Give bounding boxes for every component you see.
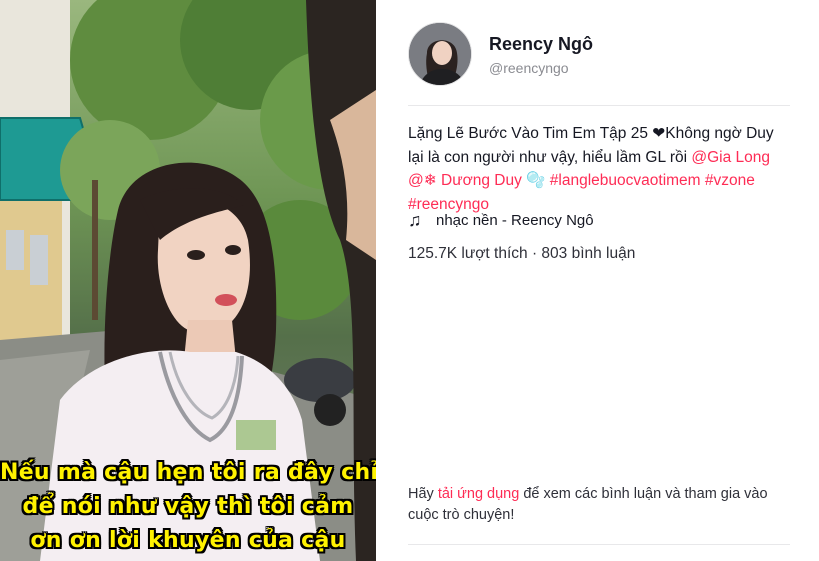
hashtag-link[interactable]: #langlebuocvaotimem [550,172,701,189]
download-app-link[interactable]: tải ứng dụng [438,486,519,502]
caption-line: ơn ơn lời khuyên của cậu [30,528,346,553]
hashtag-link[interactable]: #vzone [705,172,755,189]
caption-line: Nếu mà cậu hẹn tôi ra đây chỉ [0,460,376,485]
prompt-text: Hãy [408,486,438,502]
avatar[interactable] [408,22,472,86]
music-note-icon: ♫ [408,210,422,230]
music-link[interactable]: ♫ nhạc nền - Reency Ngô [408,210,594,231]
video-description: Lặng Lẽ Bước Vào Tim Em Tập 25 ❤Không ng… [408,122,790,216]
divider [408,105,790,106]
music-label: nhạc nền - Reency Ngô [436,212,594,229]
avatar-image [409,23,471,85]
video-player[interactable]: Nếu mà cậu hẹn tôi ra đây chỉ để nói như… [0,0,376,561]
mention-link[interactable]: @❄ Dương Duy 🫧 [408,172,545,189]
mention-link[interactable]: @Gia Long [691,149,770,166]
author-header: Reency Ngô @reencyngo [408,22,593,86]
divider [408,544,790,545]
author-handle[interactable]: @reencyngo [489,60,593,76]
author-name[interactable]: Reency Ngô [489,32,593,56]
caption-line: để nói như vậy thì tôi cảm [22,494,354,519]
video-caption: Nếu mà cậu hẹn tôi ra đây chỉ để nói như… [0,456,376,558]
video-info-panel: Reency Ngô @reencyngo Lặng Lẽ Bước Vào T… [376,0,819,561]
comment-prompt: Hãy tải ứng dụng để xem các bình luận và… [408,484,790,526]
engagement-stats: 125.7K lượt thích · 803 bình luận [408,245,636,262]
